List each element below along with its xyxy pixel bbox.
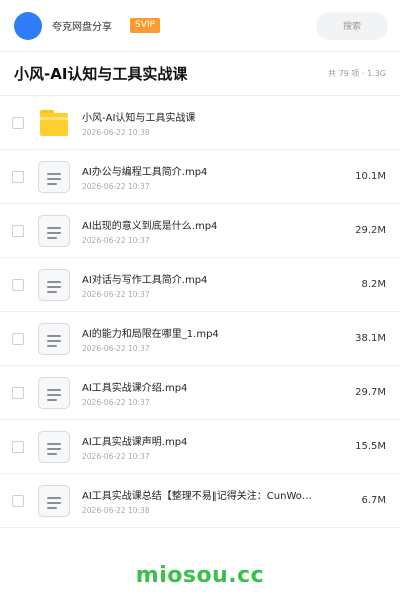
select-checkbox[interactable] [12,494,24,507]
select-checkbox[interactable] [12,332,24,345]
item-name: AI工具实战课声明.mp4 [82,436,188,448]
folder-header: 小风-AI认知与工具实战课 共 79 项 · 1.3G [0,52,400,96]
list-item[interactable]: AI办公与编程工具简介.mp4 2026-06-22 10:37 10.1M [0,150,400,204]
file-icon [38,430,70,463]
select-checkbox[interactable] [12,440,24,453]
item-size: 8.2M [361,279,386,290]
file-list: 小风-AI认知与工具实战课 2026-06-22 10:38 AI办公与编程工具… [0,96,400,528]
file-icon [38,214,70,247]
item-date: 2026-06-22 10:37 [82,235,150,245]
list-item[interactable]: AI出现的意义到底是什么.mp4 2026-06-22 10:37 29.2M [0,204,400,258]
svip-badge: SVIP [130,18,160,33]
list-item[interactable]: 小风-AI认知与工具实战课 2026-06-22 10:38 [0,96,400,150]
item-date: 2026-06-22 10:37 [82,289,150,299]
site-watermark: miosou.cc [135,563,265,588]
file-icon [38,322,70,355]
item-date: 2026-06-22 10:37 [82,451,150,461]
select-checkbox[interactable] [12,278,24,291]
item-size: 29.2M [355,225,386,236]
list-item[interactable]: AI的能力和局限在哪里_1.mp4 2026-06-22 10:37 38.1M [0,312,400,366]
select-checkbox[interactable] [12,386,24,399]
list-item[interactable]: AI对话与写作工具简介.mp4 2026-06-22 10:37 8.2M [0,258,400,312]
item-name: AI出现的意义到底是什么.mp4 [82,220,218,232]
avatar[interactable] [14,11,42,40]
item-date: 2026-06-22 10:37 [82,343,150,353]
item-count-summary: 共 79 项 · 1.3G [328,69,386,78]
top-bar: 夸克网盘分享 SVIP 搜索 [0,0,400,52]
item-date: 2026-06-22 10:37 [82,181,150,191]
item-size: 38.1M [355,333,386,344]
list-item[interactable]: AI工具实战课介绍.mp4 2026-06-22 10:37 29.7M [0,366,400,420]
item-name: 小风-AI认知与工具实战课 [82,112,196,124]
item-size: 10.1M [355,171,386,182]
folder-icon [40,109,68,136]
item-size: 29.7M [355,387,386,398]
brand-title: 夸克网盘分享 [52,22,112,33]
item-size: 15.5M [355,441,386,452]
item-size: 6.7M [361,495,386,506]
file-icon [38,484,70,517]
file-icon [38,376,70,409]
item-name: AI的能力和局限在哪里_1.mp4 [82,328,219,340]
file-icon [38,268,70,301]
file-icon [38,160,70,193]
item-name: AI工具实战课介绍.mp4 [82,382,188,394]
item-date: 2026-06-22 10:38 [82,127,150,137]
list-item[interactable]: AI工具实战课声明.mp4 2026-06-22 10:37 15.5M [0,420,400,474]
item-name: AI办公与编程工具简介.mp4 [82,166,208,178]
page-title: 小风-AI认知与工具实战课 [14,65,188,83]
list-item[interactable]: AI工具实战课总结【整理不易‖记得关注：CunWo… 2026-06-22 10… [0,474,400,528]
select-checkbox[interactable] [12,116,24,129]
item-date: 2026-06-22 10:37 [82,397,150,407]
select-checkbox[interactable] [12,224,24,237]
item-name: AI对话与写作工具简介.mp4 [82,274,208,286]
item-name: AI工具实战课总结【整理不易‖记得关注：CunWo… [82,490,312,502]
item-date: 2026-06-22 10:38 [82,505,150,515]
search-button[interactable]: 搜索 [316,11,388,40]
select-checkbox[interactable] [12,170,24,183]
